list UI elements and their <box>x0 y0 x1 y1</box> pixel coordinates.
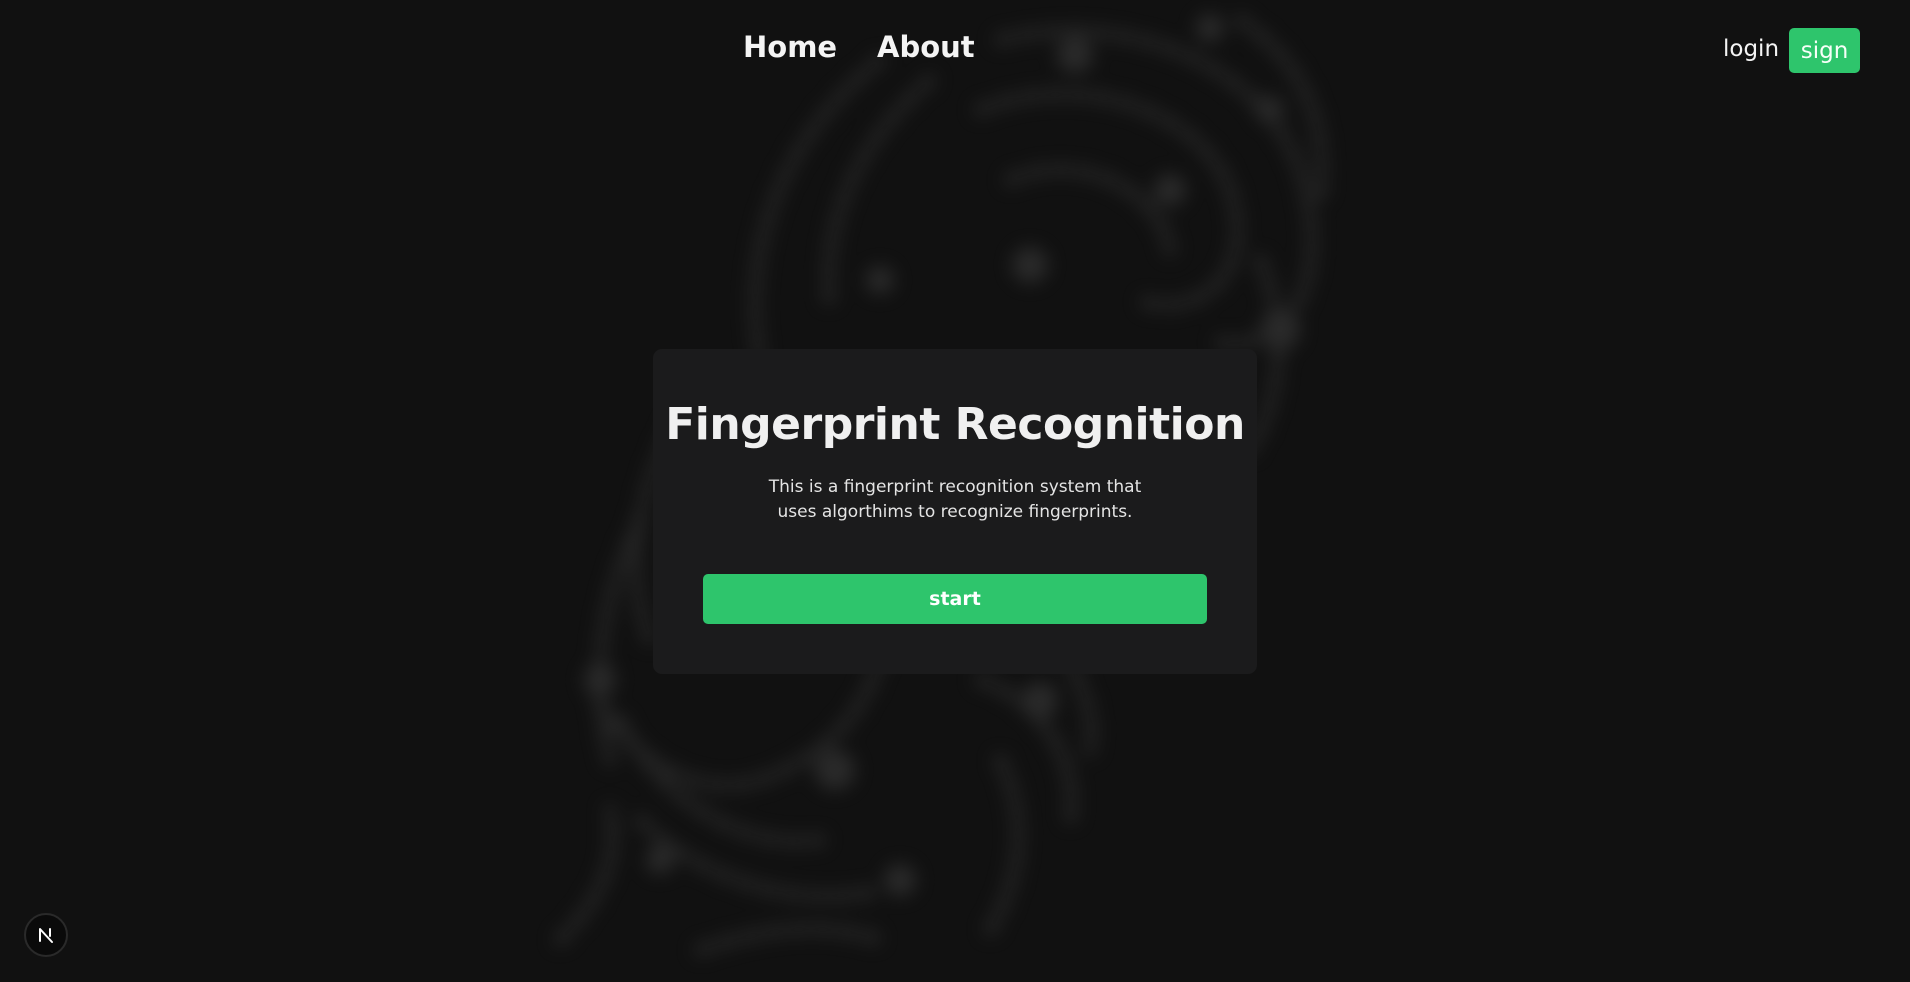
nav-home-link[interactable]: Home <box>743 30 837 64</box>
nextjs-logo-icon[interactable] <box>24 913 68 957</box>
page: Home About login sign Fingerprint Recogn… <box>0 0 1910 982</box>
sign-button[interactable]: sign <box>1789 28 1860 73</box>
hero-description: This is a fingerprint recognition system… <box>768 477 1142 522</box>
nextjs-n-glyph <box>39 928 53 943</box>
start-button[interactable]: start <box>703 574 1207 624</box>
page-title: Fingerprint Recognition <box>665 399 1245 450</box>
top-navigation: Home About login sign <box>0 0 1910 104</box>
hero-card: Fingerprint Recognition This is a finger… <box>653 349 1257 674</box>
login-link[interactable]: login <box>1723 36 1779 62</box>
nav-about-link[interactable]: About <box>877 30 975 64</box>
